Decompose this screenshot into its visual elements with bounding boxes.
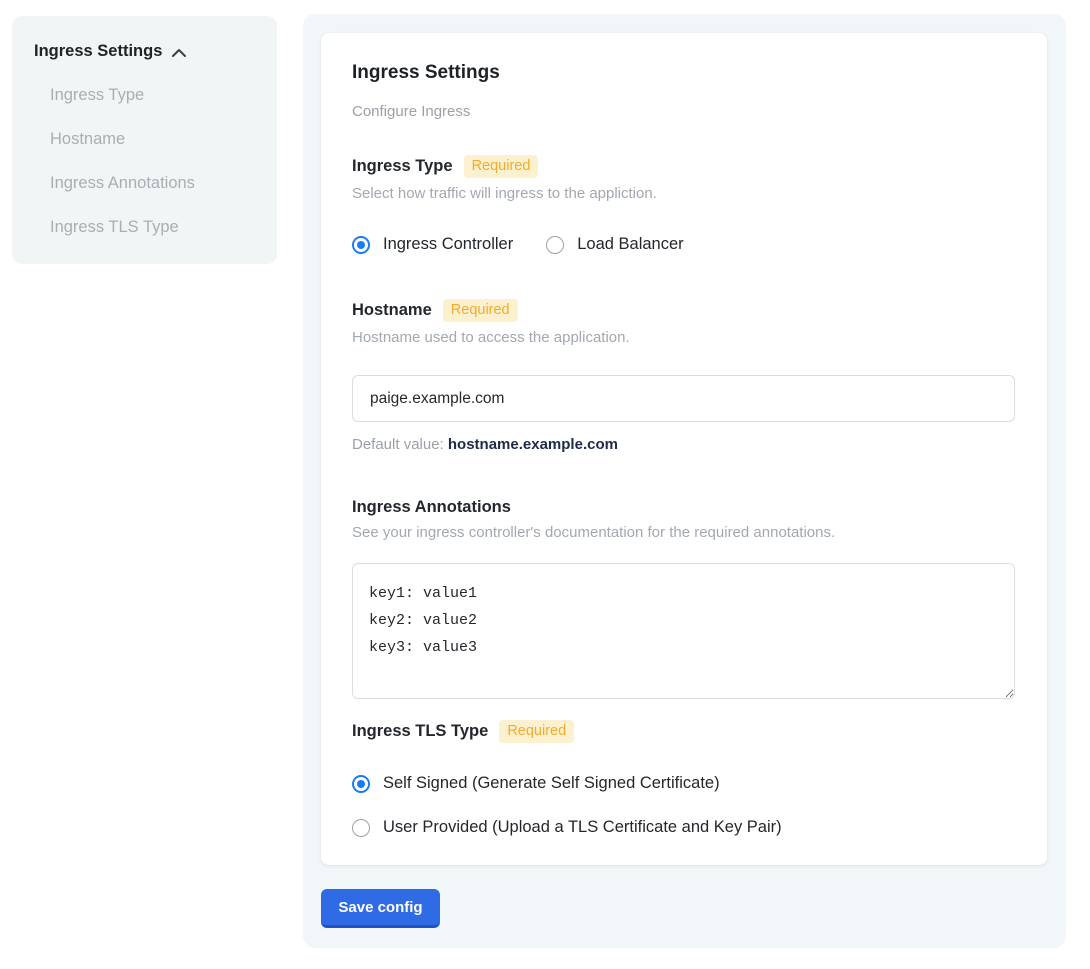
radio-unchecked-icon[interactable] (546, 236, 564, 254)
sidebar-item-ingress-tls-type[interactable]: Ingress TLS Type (50, 218, 259, 237)
radio-option-self-signed[interactable]: Self Signed (Generate Self Signed Certif… (352, 774, 1016, 793)
required-badge: Required (464, 155, 539, 178)
save-config-button[interactable]: Save config (321, 889, 440, 928)
ingress-type-description: Select how traffic will ingress to the a… (352, 185, 1016, 202)
ingress-settings-card: Ingress Settings Configure Ingress Ingre… (321, 33, 1047, 865)
settings-sidebar: Ingress Settings Ingress Type Hostname I… (12, 16, 277, 264)
radio-option-ingress-controller[interactable]: Ingress Controller (352, 235, 513, 254)
ingress-type-section-header: Ingress Type Required (352, 155, 1016, 178)
required-badge: Required (443, 299, 518, 322)
annotations-description: See your ingress controller's documentat… (352, 524, 1016, 541)
sidebar-group-label: Ingress Settings (34, 42, 162, 61)
ingress-type-radio-group: Ingress Controller Load Balancer (352, 235, 1016, 254)
hostname-input[interactable] (352, 375, 1015, 422)
annotations-section-header: Ingress Annotations (352, 498, 1016, 517)
radio-checked-icon[interactable] (352, 775, 370, 793)
tls-type-label: Ingress TLS Type (352, 722, 488, 741)
radio-option-label: Ingress Controller (383, 235, 513, 254)
page-subtitle: Configure Ingress (352, 103, 1016, 120)
ingress-type-label: Ingress Type (352, 157, 453, 176)
sidebar-item-hostname[interactable]: Hostname (50, 130, 259, 149)
radio-checked-icon[interactable] (352, 236, 370, 254)
hostname-label: Hostname (352, 301, 432, 320)
required-badge: Required (499, 720, 574, 743)
radio-unchecked-icon[interactable] (352, 819, 370, 837)
annotations-label: Ingress Annotations (352, 498, 511, 517)
radio-option-label: Self Signed (Generate Self Signed Certif… (383, 774, 720, 793)
page-title: Ingress Settings (352, 62, 1016, 84)
radio-option-load-balancer[interactable]: Load Balancer (546, 235, 683, 254)
annotations-textarea[interactable]: key1: value1 key2: value2 key3: value3 (352, 563, 1015, 699)
sidebar-item-ingress-type[interactable]: Ingress Type (50, 86, 259, 105)
radio-option-label: Load Balancer (577, 235, 683, 254)
main-panel: Ingress Settings Configure Ingress Ingre… (303, 14, 1066, 948)
default-value-text: hostname.example.com (448, 436, 618, 453)
hostname-default-value-line: Default value: hostname.example.com (352, 436, 1016, 453)
sidebar-item-ingress-annotations[interactable]: Ingress Annotations (50, 174, 259, 193)
radio-option-label: User Provided (Upload a TLS Certificate … (383, 818, 782, 837)
radio-option-user-provided[interactable]: User Provided (Upload a TLS Certificate … (352, 818, 1016, 837)
hostname-section-header: Hostname Required (352, 299, 1016, 322)
default-value-prefix: Default value: (352, 436, 448, 453)
tls-type-section-header: Ingress TLS Type Required (352, 720, 1016, 743)
chevron-up-icon (171, 46, 187, 60)
hostname-description: Hostname used to access the application. (352, 329, 1016, 346)
sidebar-group-ingress-settings[interactable]: Ingress Settings (34, 42, 259, 61)
